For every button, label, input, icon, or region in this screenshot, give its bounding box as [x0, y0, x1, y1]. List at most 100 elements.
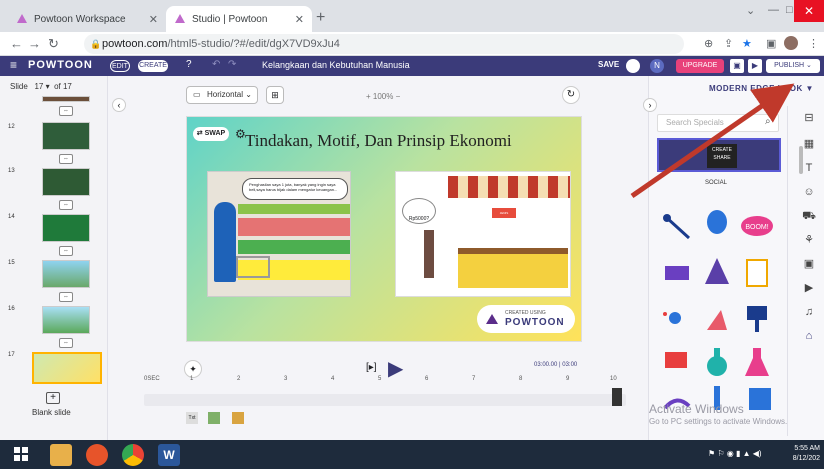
collapse-left-icon[interactable]: ‹	[112, 98, 126, 112]
background-pattern-icon[interactable]: ▦	[801, 136, 817, 152]
powtoon-logo[interactable]: POWTOON	[28, 59, 93, 71]
slide-thumbnail[interactable]	[42, 306, 90, 334]
zoom-control[interactable]: + 100% −	[366, 92, 400, 101]
window-close-button[interactable]: ✕	[794, 0, 824, 22]
current-slide-select[interactable]: 17	[34, 82, 43, 91]
phone-asset[interactable]	[745, 384, 781, 420]
transition-icon[interactable]: ⇔	[59, 106, 73, 116]
characters-icon[interactable]: ☺	[801, 184, 817, 200]
share-icon[interactable]: ⇪	[724, 37, 733, 50]
pin-asset[interactable]	[659, 208, 695, 244]
minimize-button[interactable]: —	[768, 4, 779, 16]
system-clock[interactable]: 5:55 AM 8/12/202	[793, 444, 820, 464]
specials-search-input[interactable]: Search Specials	[657, 114, 779, 132]
tab-powtoon-workspace[interactable]: Powtoon Workspace ✕	[8, 6, 166, 32]
props-icon[interactable]: ⛟	[801, 208, 817, 224]
undo-icon[interactable]: ↶	[212, 59, 220, 70]
back-icon[interactable]: ←	[10, 36, 23, 51]
close-icon[interactable]: ✕	[295, 13, 304, 26]
slide-thumbnail[interactable]	[42, 168, 90, 196]
transition-icon[interactable]: ⇔	[59, 292, 73, 302]
scene-layer-icon[interactable]	[232, 412, 244, 424]
project-title[interactable]: Kelangkaan dan Kebutuhan Manusia	[262, 60, 410, 70]
transition-icon[interactable]: ⇔	[59, 154, 73, 164]
upgrade-button[interactable]: UPGRADE	[676, 59, 724, 73]
present-icon[interactable]: ▣	[730, 59, 744, 73]
sound-icon[interactable]: ♫	[801, 304, 817, 320]
balloon-asset[interactable]	[699, 208, 735, 244]
wizard-hat-asset[interactable]	[699, 254, 735, 290]
dots-asset[interactable]	[659, 300, 695, 336]
tray-icons[interactable]: ⚑ ⚐ ◉ ▮ ▲ ◀)	[708, 449, 762, 458]
profile-avatar[interactable]	[784, 36, 798, 50]
created-using-badge[interactable]: CREATED USING POWTOON	[477, 305, 575, 333]
sidepanel-icon[interactable]: ▣	[766, 37, 776, 50]
social-category-tile[interactable]: CREATE SHARE	[657, 138, 781, 172]
preview-play-icon[interactable]: ▶	[748, 59, 762, 73]
chrome-icon[interactable]	[122, 444, 144, 466]
zoom-icon[interactable]: ⊕	[704, 37, 713, 50]
slide-thumbnail-selected[interactable]	[32, 352, 102, 384]
save-button[interactable]: SAVE	[598, 60, 619, 69]
firefox-icon[interactable]	[86, 444, 108, 466]
clipboard-asset[interactable]	[739, 254, 775, 290]
hamburger-icon[interactable]: ≡	[10, 58, 17, 72]
help-icon[interactable]: ?	[186, 59, 192, 70]
transition-icon[interactable]: ⇔	[59, 246, 73, 256]
tab-studio-powtoon[interactable]: Studio | Powtoon ✕	[166, 6, 312, 32]
shapes-icon[interactable]: ⚘	[801, 232, 817, 248]
boom-asset[interactable]: BOOM!	[739, 208, 775, 244]
slide-canvas[interactable]: ⇄ SWAP ⚙ Tindakan, Motif, Dan Prinsip Ek…	[186, 116, 582, 342]
file-explorer-icon[interactable]	[50, 444, 72, 466]
redo-icon[interactable]: ↷	[228, 59, 236, 70]
transition-icon[interactable]: ⇔	[59, 200, 73, 210]
edit-mode-button[interactable]: EDIT	[110, 60, 130, 72]
user-avatar[interactable]: N	[650, 59, 664, 73]
blank-slide-label[interactable]: Blank slide	[32, 408, 71, 417]
slide-thumbnail[interactable]	[42, 122, 90, 150]
windows-start-icon[interactable]	[14, 447, 28, 461]
image-icon[interactable]: ▣	[801, 256, 817, 272]
supermarket-scene[interactable]: Penghasilan saya 1 juta, banyak yang ing…	[207, 171, 351, 297]
word-icon[interactable]: W	[158, 444, 180, 466]
add-slide-icon[interactable]: +	[46, 392, 60, 404]
slide-thumbnail[interactable]	[42, 96, 90, 102]
scrollbar-thumb[interactable]	[799, 146, 803, 174]
slide-selector[interactable]: Slide 17 ▾ of 17	[10, 82, 72, 91]
canvas-title[interactable]: Tindakan, Motif, Dan Prinsip Ekonomi	[245, 131, 512, 151]
text-layer-icon[interactable]: Txt	[186, 412, 198, 424]
refresh-icon[interactable]: ↻	[562, 86, 580, 104]
image-layer-icon[interactable]	[208, 412, 220, 424]
grid-icon[interactable]: ⊞	[266, 86, 284, 104]
forward-icon[interactable]: →	[28, 36, 41, 51]
timeline-track[interactable]	[144, 388, 626, 406]
search-icon[interactable]: ⌕	[765, 116, 771, 127]
lamp-asset[interactable]	[699, 300, 735, 336]
new-tab-button[interactable]: +	[316, 9, 325, 27]
style-dropdown[interactable]: MODERN EDGE LOOK ▼	[709, 84, 814, 93]
menu-icon[interactable]: ⋮	[808, 37, 819, 50]
layout-icon[interactable]: ⊟	[801, 110, 817, 126]
market-stall-scene[interactable]: Rp5000? JENIS MAKANAN	[395, 171, 571, 297]
url-field[interactable]: 🔒 powtoon.com/html5-studio/?#/edit/dgX7V…	[84, 34, 684, 54]
specials-icon[interactable]: ⌂	[801, 328, 817, 344]
maximize-button[interactable]: □	[786, 4, 793, 16]
slide-thumbnail[interactable]	[42, 260, 90, 288]
play-selection-icon[interactable]: [▸]	[366, 362, 377, 373]
beaker-asset[interactable]	[739, 344, 775, 380]
video-icon[interactable]: ▶	[801, 280, 817, 296]
reload-icon[interactable]: ↻	[48, 36, 59, 52]
flask-asset[interactable]	[699, 344, 735, 380]
bookmark-star-icon[interactable]: ★	[742, 37, 752, 50]
tab-search-icon[interactable]: ⌄	[746, 4, 755, 17]
timeline-end-handle[interactable]	[612, 388, 622, 406]
text-icon[interactable]: T	[801, 160, 817, 176]
publish-button[interactable]: PUBLISH ⌄	[766, 59, 820, 73]
ticket-asset[interactable]	[659, 254, 695, 290]
collapse-right-icon[interactable]: ›	[643, 98, 657, 112]
orientation-dropdown[interactable]: ▭ Horizontal ⌄	[186, 86, 258, 104]
create-mode-button[interactable]: CREATE	[138, 60, 168, 72]
chat-bubble-asset[interactable]	[659, 344, 695, 380]
slide-thumbnail[interactable]	[42, 214, 90, 242]
collaborator-avatar[interactable]	[626, 59, 640, 73]
